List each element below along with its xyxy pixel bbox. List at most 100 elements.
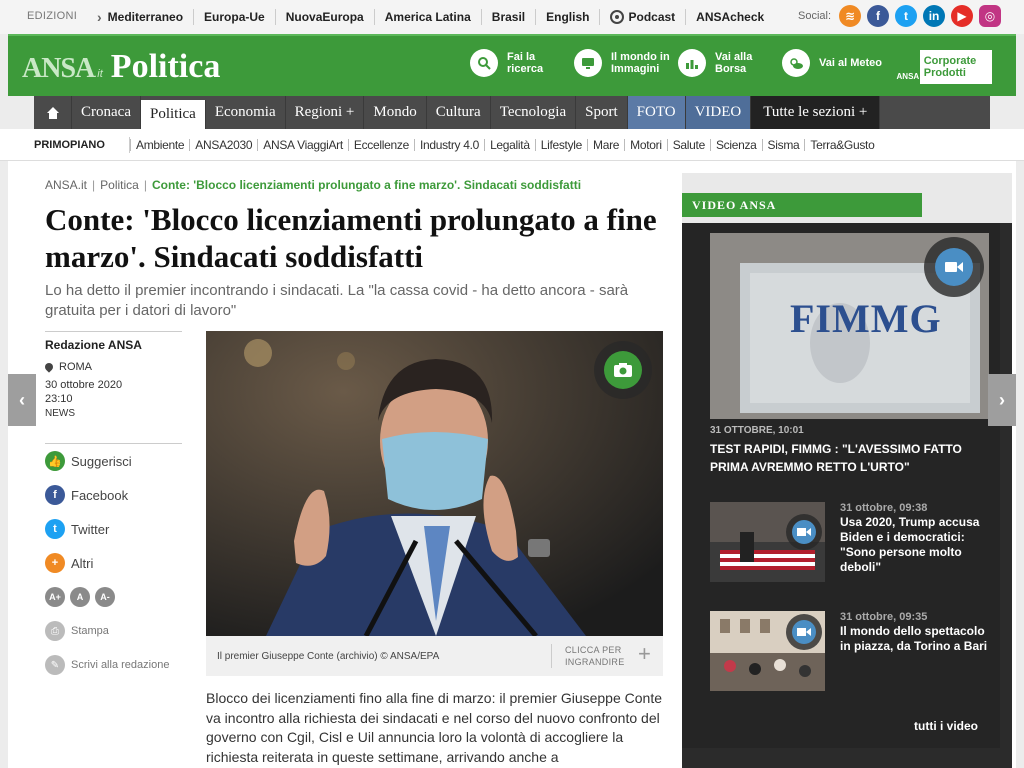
linkedin-icon[interactable]: in [923, 5, 946, 27]
stock-tool[interactable]: Vai alla Borsa [678, 49, 782, 77]
nav-video[interactable]: VIDEO [685, 96, 752, 129]
site-logo[interactable]: ANSA .it Politica [22, 48, 220, 86]
nav-politica[interactable]: Politica [140, 100, 206, 129]
article-author: Redazione ANSA [45, 338, 142, 352]
nav-cronaca[interactable]: Cronaca [72, 96, 141, 129]
subnav-item[interactable]: Legalità [484, 138, 535, 151]
suggest-button[interactable]: 👍 Suggerisci [45, 444, 182, 478]
font-size-controls: A+ A A- [45, 580, 182, 614]
corporate-link[interactable]: ANSA Corporate Prodotti [896, 50, 992, 84]
main-nav: Cronaca Politica Economia Regioni + Mond… [34, 96, 990, 129]
search-tool[interactable]: Fai la ricerca [470, 49, 574, 77]
edition-ansacheck[interactable]: ANSAcheck [685, 9, 774, 25]
more-share-button[interactable]: + Altri [45, 546, 182, 580]
all-videos-link[interactable]: tutti i video [914, 719, 978, 733]
edition-podcast[interactable]: Podcast [599, 9, 685, 25]
breadcrumb-separator: | [92, 178, 96, 192]
video-title-1[interactable]: Usa 2020, Trump accusa Biden e i democra… [840, 515, 988, 575]
facebook-icon[interactable]: f [867, 5, 890, 27]
nav-regioni[interactable]: Regioni + [286, 96, 365, 129]
article-summary: Lo ha detto il premier incontrando i sin… [45, 282, 629, 319]
instagram-icon[interactable]: ◎ [979, 5, 1002, 27]
nav-foto[interactable]: FOTO [627, 96, 686, 129]
plus-icon[interactable]: + [638, 643, 651, 665]
subnav-item[interactable]: Industry 4.0 [413, 138, 484, 151]
podcast-icon [610, 10, 625, 24]
subnav-item[interactable]: ANSA2030 [189, 138, 257, 151]
header-tools: Fai la ricerca Il mondo in Immagini Vai … [470, 49, 886, 77]
breadcrumb-separator: | [143, 178, 147, 192]
subnav-item[interactable]: Scienza [709, 138, 762, 151]
article-headline: Conte: 'Blocco licenziamenti prolungato … [45, 202, 657, 274]
editions-bar: EDIZIONI › Mediterraneo Europa-Ue NuovaEu… [0, 0, 1024, 34]
subnav-item[interactable]: Eccellenze [347, 138, 414, 151]
youtube-icon[interactable]: ▶ [951, 5, 974, 27]
video-main-title[interactable]: TEST RAPIDI, FIMMG : "L'AVESSIMO FATTO P… [710, 440, 989, 476]
prev-article-arrow[interactable]: ‹ [8, 374, 36, 426]
edition-english[interactable]: English [535, 9, 599, 25]
nav-sport[interactable]: Sport [576, 96, 628, 129]
edition-america-latina[interactable]: America Latina [373, 9, 481, 25]
video-title-2[interactable]: Il mondo dello spettacolo in piazza, da … [840, 624, 988, 654]
next-article-arrow[interactable]: › [988, 374, 1016, 426]
nav-economia[interactable]: Economia [206, 96, 286, 129]
chevron-right-icon: › [999, 389, 1005, 410]
write-editor-button[interactable]: ✎ Scrivi alla redazione [45, 648, 182, 682]
section-header: ANSA .it Politica Fai la ricerca Il mond… [8, 34, 1016, 96]
video-play-button[interactable] [924, 237, 984, 297]
video-main-sign: FIMMG [790, 296, 942, 341]
subnav-item[interactable]: Mare [587, 138, 624, 151]
facebook-icon: f [45, 485, 65, 505]
subnav-item[interactable]: ANSA ViaggiArt [257, 138, 348, 151]
print-button[interactable]: ⎙ Stampa [45, 614, 182, 648]
breadcrumb: ANSA.it | Politica | Conte: 'Blocco licenzia… [45, 178, 581, 192]
font-reset-button[interactable]: A [70, 587, 90, 607]
video-camera-icon [792, 520, 816, 544]
font-increase-button[interactable]: A+ [45, 587, 65, 607]
twitter-icon[interactable]: t [895, 5, 918, 27]
social-links: Social: ≋ f t in ▶ ◎ [798, 5, 1002, 27]
edition-nuovaeuropa[interactable]: NuovaEuropa [274, 9, 374, 25]
edition-europa-ue[interactable]: Europa-Ue [193, 9, 275, 25]
photo-gallery-button[interactable] [594, 341, 652, 399]
caption-text: Il premier Giuseppe Conte (archivio) © A… [217, 651, 440, 662]
plus-icon: + [45, 553, 65, 573]
facebook-share-button[interactable]: f Facebook [45, 478, 182, 512]
subnav-item[interactable]: Motori [624, 138, 667, 151]
breadcrumb-home[interactable]: ANSA.it [45, 178, 87, 192]
twitter-icon: t [45, 519, 65, 539]
brand-suffix: .it [94, 68, 103, 80]
weather-tool[interactable]: Vai al Meteo [782, 49, 886, 77]
weather-icon [782, 49, 810, 77]
subnav-item[interactable]: Salute [666, 138, 710, 151]
subnav-item[interactable]: Lifestyle [534, 138, 587, 151]
nav-cultura[interactable]: Cultura [427, 96, 491, 129]
nav-mondo[interactable]: Mondo [364, 96, 427, 129]
video-play-icon-1[interactable] [786, 514, 822, 550]
video-main-date: 31 OTTOBRE, 10:01 [710, 425, 804, 436]
nav-home[interactable] [34, 96, 72, 129]
photo-caption: Il premier Giuseppe Conte (archivio) © A… [206, 636, 663, 676]
subnav-item[interactable]: Sisma [761, 138, 805, 151]
social-label: Social: [798, 10, 832, 22]
images-tool[interactable]: Il mondo in Immagini [574, 49, 678, 77]
video-sidebar: VIDEO ANSA FIMMG 31 OTTOBRE, 10:01 TEST … [682, 173, 1012, 768]
zoom-label[interactable]: CLICCA PER INGRANDIRE [551, 644, 639, 668]
editions-label: EDIZIONI [27, 10, 78, 22]
video-play-icon-2[interactable] [786, 614, 822, 650]
nav-tecnologia[interactable]: Tecnologia [491, 96, 577, 129]
video-date-1: 31 ottobre, 09:38 [840, 502, 928, 514]
brand-name: ANSA [22, 53, 95, 84]
subnav-item[interactable]: Terra&Gusto [804, 138, 879, 151]
article-category: NEWS [45, 408, 75, 419]
rss-icon[interactable]: ≋ [839, 5, 862, 27]
twitter-share-button[interactable]: t Twitter [45, 512, 182, 546]
video-tab[interactable]: VIDEO ANSA [682, 193, 922, 217]
nav-all-sections[interactable]: Tutte le sezioni + [751, 96, 881, 129]
subnav-item[interactable]: Ambiente [130, 138, 189, 151]
font-decrease-button[interactable]: A- [95, 587, 115, 607]
edition-mediterraneo[interactable]: › Mediterraneo [87, 9, 193, 25]
thumbs-up-icon: 👍 [45, 451, 65, 471]
breadcrumb-section[interactable]: Politica [100, 178, 139, 192]
edition-brasil[interactable]: Brasil [480, 9, 535, 25]
